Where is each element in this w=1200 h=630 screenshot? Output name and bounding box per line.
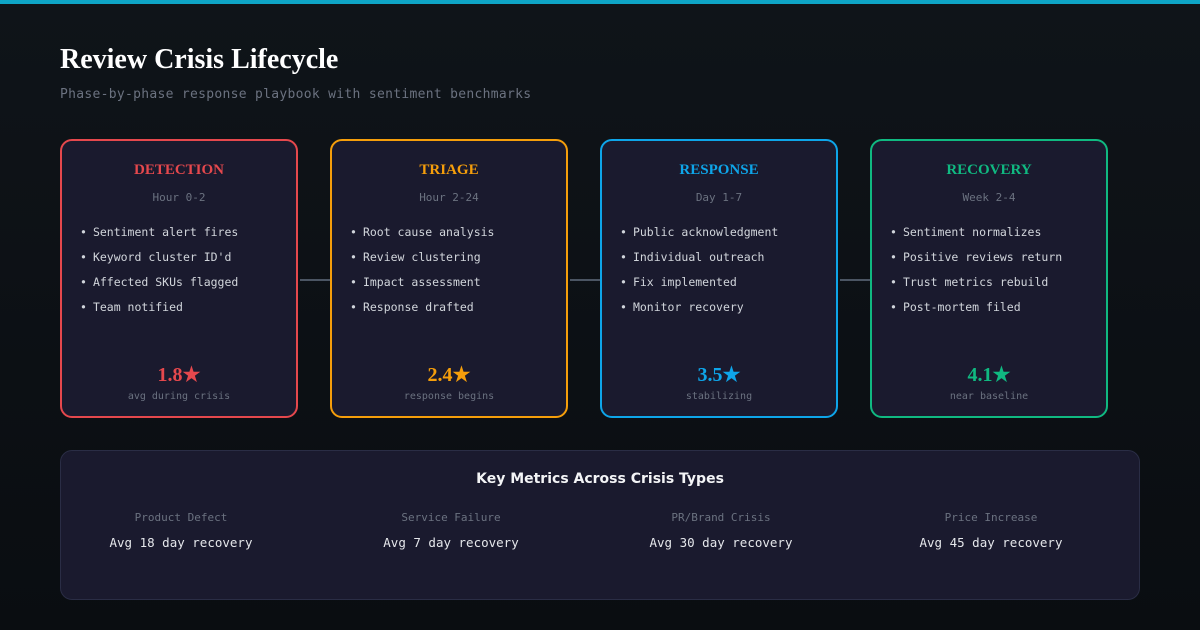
phase-task: • Post-mortem filed: [890, 300, 1021, 314]
page-title: Review Crisis Lifecycle: [60, 44, 339, 75]
phase-task-list: • Sentiment alert fires • Keyword cluster …: [80, 224, 238, 324]
phase-rating-note: response begins: [403, 391, 495, 402]
metric-value: Avg 7 day recovery: [383, 535, 519, 550]
phase-connector: [300, 279, 330, 281]
phase-task: • Keyword cluster ID'd: [80, 250, 232, 264]
phase-timeframe: Hour 2-24: [419, 191, 479, 204]
phase-task-list: • Public acknowledgment • Individual outre…: [620, 224, 778, 324]
accent-bar: [0, 0, 1200, 4]
metric-label: PR/Brand Crisis: [671, 511, 771, 524]
phase-task: • Monitor recovery: [620, 300, 744, 314]
phase-task: • Fix implemented: [620, 275, 737, 289]
phase-task: • Public acknowledgment: [620, 225, 779, 239]
metric-service-failure: Service Failure Avg 7 day recovery: [331, 510, 571, 550]
phase-task-list: • Root cause analysis • Review clustering …: [350, 224, 495, 324]
phase-task-list: • Sentiment normalizes • Positive reviews …: [890, 224, 1062, 324]
phase-task: • Trust metrics rebuild: [890, 275, 1049, 289]
metric-value: Avg 30 day recovery: [649, 535, 793, 550]
phase-rating-note: avg during crisis: [127, 391, 231, 402]
phase-title: RECOVERY: [946, 162, 1032, 178]
phase-task: • Sentiment normalizes: [890, 225, 1042, 239]
phase-card-triage: TRIAGE Hour 2-24 • Root cause analysis • R…: [330, 139, 568, 418]
metric-value: Avg 45 day recovery: [919, 535, 1063, 550]
phase-card-response: RESPONSE Day 1-7 • Public acknowledgment …: [600, 139, 838, 418]
phase-rating: 3.5★: [697, 364, 741, 386]
phase-rating: 2.4★: [427, 364, 471, 386]
phase-timeframe: Week 2-4: [962, 191, 1016, 204]
phase-rating-note: near baseline: [949, 391, 1029, 402]
phase-task: • Individual outreach: [620, 250, 765, 264]
phase-connector: [570, 279, 600, 281]
metric-label: Price Increase: [944, 511, 1038, 524]
page-subtitle: Phase-by-phase response playbook with se…: [60, 87, 532, 102]
phase-rating-note: stabilizing: [685, 391, 753, 402]
metric-pr-brand-crisis: PR/Brand Crisis Avg 30 day recovery: [601, 510, 841, 550]
phase-task: • Team notified: [80, 300, 183, 314]
metric-product-defect: Product Defect Avg 18 day recovery: [61, 510, 301, 550]
phase-task: • Response drafted: [350, 300, 474, 314]
phase-title: TRIAGE: [419, 162, 479, 178]
phase-timeframe: Day 1-7: [695, 191, 743, 204]
phase-timeframe: Hour 0-2: [152, 191, 206, 204]
phase-task: • Affected SKUs flagged: [80, 275, 239, 289]
phase-connector: [840, 279, 870, 281]
metrics-panel: Key Metrics Across Crisis Types Product …: [60, 450, 1140, 600]
metric-price-increase: Price Increase Avg 45 day recovery: [871, 510, 1111, 550]
metric-label: Product Defect: [134, 511, 228, 524]
metric-value: Avg 18 day recovery: [109, 535, 253, 550]
phase-task: • Review clustering: [350, 250, 481, 264]
phase-task: • Root cause analysis: [350, 225, 495, 239]
phase-rating: 4.1★: [967, 364, 1011, 386]
phase-title: RESPONSE: [679, 162, 759, 178]
metric-label: Service Failure: [401, 511, 501, 524]
phase-card-recovery: RECOVERY Week 2-4 • Sentiment normalizes …: [870, 139, 1108, 418]
phase-task: • Sentiment alert fires: [80, 225, 239, 239]
metrics-title: Key Metrics Across Crisis Types: [476, 471, 724, 487]
phase-title: DETECTION: [133, 162, 225, 178]
phase-task: • Impact assessment: [350, 275, 481, 289]
phase-task: • Positive reviews return: [890, 250, 1063, 264]
phase-card-detection: DETECTION Hour 0-2 • Sentiment alert fire…: [60, 139, 298, 418]
phase-rating: 1.8★: [157, 364, 201, 386]
